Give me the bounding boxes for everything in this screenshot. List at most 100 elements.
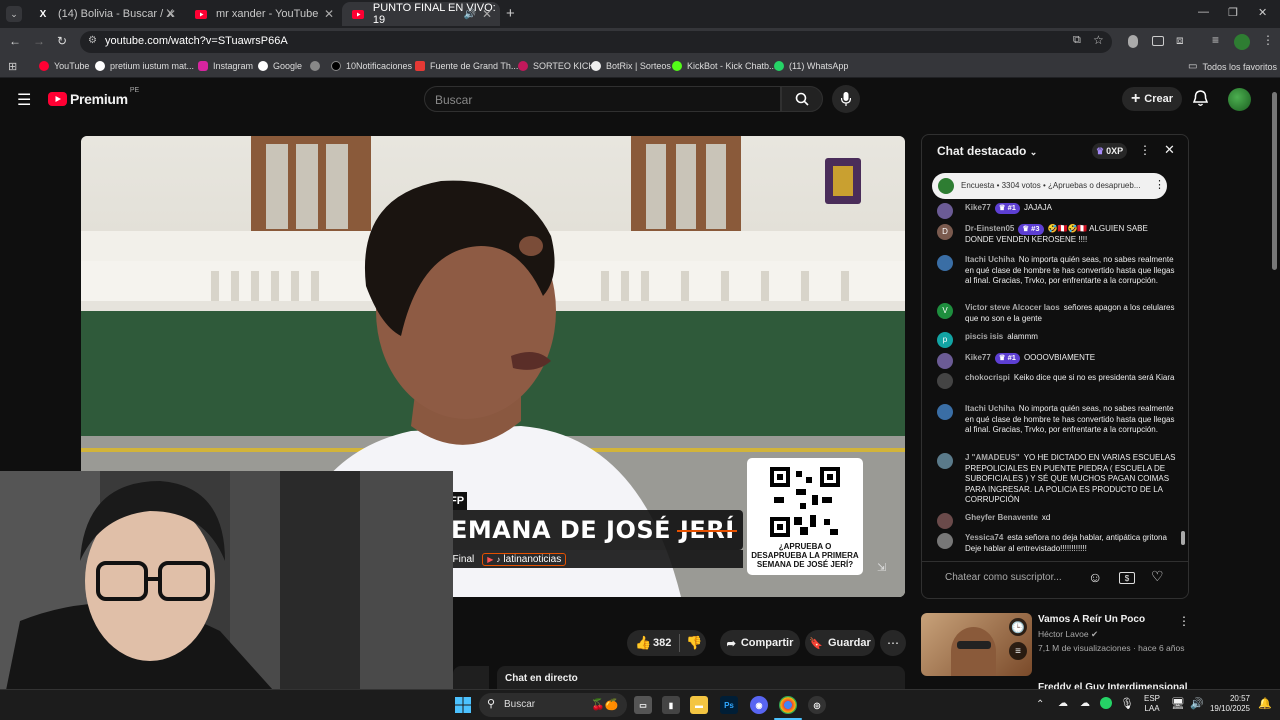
back-icon[interactable]: ← <box>9 34 21 48</box>
tab-punto-final[interactable]: PUNTO FINAL EN VIVO: 19 🔊 ✕ <box>342 2 500 26</box>
account-avatar[interactable] <box>1228 88 1251 111</box>
bookmark-grand-theft[interactable]: Fuente de Grand Th... <box>415 61 518 71</box>
voice-search-button[interactable] <box>832 85 860 113</box>
apps-icon[interactable]: ⊞ <box>8 60 17 73</box>
recommendation-thumbnail[interactable]: 🕒 ≡ <box>921 613 1032 676</box>
clock[interactable]: 20:57 19/10/2025 <box>1208 694 1250 714</box>
omnibox[interactable]: ⚙ youtube.com/watch?v=STuawrsP66A ⧉ ☆ <box>80 31 1112 53</box>
minimize-icon[interactable]: — <box>1198 6 1209 18</box>
chat-input[interactable]: Chatear como suscriptor... <box>937 566 1087 590</box>
message-author[interactable]: Kike77 <box>965 203 991 212</box>
chat-close-icon[interactable]: ✕ <box>1164 142 1175 158</box>
bookmark-pretium[interactable]: pretium iustum mat... <box>95 61 194 71</box>
chat-mode-selector[interactable]: Chat destacado ⌄ <box>937 144 1037 158</box>
chrome-icon[interactable] <box>779 696 797 714</box>
photoshop-icon[interactable]: Ps <box>720 696 738 714</box>
whatsapp-icon[interactable] <box>1100 697 1112 709</box>
forward-icon[interactable]: → <box>33 34 45 48</box>
poll-banner[interactable]: Encuesta • 3304 votos • ¿Apruebas o desa… <box>932 173 1167 199</box>
bookmark-botrix[interactable]: BotRix | Sorteos <box>591 61 671 71</box>
recommendation-title[interactable]: Vamos A Reír Un Poco <box>1038 614 1173 625</box>
poll-menu-icon[interactable]: ⋮ <box>1154 178 1165 191</box>
bookmark-star-icon[interactable]: ☆ <box>1093 33 1104 47</box>
bookmark-google[interactable]: Google <box>258 61 302 71</box>
like-button[interactable]: 👍 <box>635 635 651 651</box>
reload-icon[interactable]: ↻ <box>57 34 67 48</box>
task-view-icon[interactable]: ▭ <box>634 696 652 714</box>
app-icon[interactable]: ▮ <box>662 696 680 714</box>
youtube-logo[interactable]: Premium PE <box>48 87 139 107</box>
window-close-icon[interactable]: ✕ <box>1258 6 1267 19</box>
cloud-icon[interactable]: ☁ <box>1080 698 1090 709</box>
tray-chevron-icon[interactable]: ⌃ <box>1036 699 1044 710</box>
extension-icon[interactable] <box>1128 35 1138 48</box>
close-icon[interactable]: ✕ <box>482 7 492 21</box>
create-button[interactable]: + Crear <box>1122 87 1182 111</box>
tab-search-icon[interactable]: ⌄ <box>6 6 22 22</box>
message-author[interactable]: piscis isis <box>965 332 1003 341</box>
chat-menu-icon[interactable]: ⋮ <box>1139 143 1151 157</box>
profile-avatar[interactable] <box>1234 34 1250 50</box>
microphone-icon[interactable]: 🎙 <box>1120 697 1134 710</box>
speaker-icon[interactable]: 🔊 <box>464 9 476 20</box>
bookmark-instagram[interactable]: Instagram <box>198 61 253 71</box>
input-language[interactable]: ESP LAA <box>1144 694 1160 714</box>
site-info-icon[interactable]: ⚙ <box>88 35 97 46</box>
extension-icon[interactable] <box>1152 36 1164 46</box>
close-icon[interactable]: ✕ <box>324 7 334 21</box>
puzzle-icon[interactable]: ⧈ <box>1176 33 1184 48</box>
media-icon[interactable]: ≡ <box>1212 33 1219 47</box>
dislike-button[interactable]: 👎 <box>686 635 702 651</box>
bookmark-whatsapp[interactable]: (11) WhatsApp <box>774 61 848 71</box>
recommendation-channel[interactable]: Héctor Lavoe <box>1038 629 1089 639</box>
chat-scrollbar[interactable] <box>1181 173 1185 558</box>
message-author[interactable]: Victor steve Alcocer laos <box>965 303 1060 312</box>
message-author[interactable]: Kike77 <box>965 353 991 362</box>
network-icon[interactable]: 🖥 <box>1171 697 1185 710</box>
all-bookmarks[interactable]: ▭ Todos los favoritos <box>1188 61 1277 72</box>
new-tab-button[interactable]: + <box>506 5 515 22</box>
heart-icon[interactable]: ♡ <box>1151 568 1164 585</box>
add-to-queue-icon[interactable]: ≡ <box>1009 642 1027 660</box>
share-button[interactable]: ➦ Compartir <box>720 630 800 656</box>
message-author[interactable]: Gheyfer Benavente <box>965 513 1038 522</box>
xp-badge[interactable]: ♛ 0XP <box>1092 143 1128 159</box>
search-button[interactable] <box>781 86 823 112</box>
more-actions-button[interactable]: ⋯ <box>880 630 906 656</box>
live-chat-replay-panel[interactable]: Chat en directo <box>497 666 905 690</box>
restore-icon[interactable]: ❐ <box>1228 6 1238 19</box>
resize-icon[interactable]: ⇲ <box>877 561 886 574</box>
search-input[interactable]: Buscar <box>424 86 781 112</box>
notifications-icon[interactable] <box>1192 90 1209 112</box>
windows-start-icon[interactable] <box>455 697 471 713</box>
cast-icon[interactable]: ⧉ <box>1073 34 1081 47</box>
bookmark-globe[interactable] <box>310 61 325 71</box>
scrollbar-thumb[interactable] <box>1181 531 1185 545</box>
message-author[interactable]: Yessica74 <box>965 533 1003 542</box>
tab-bolivia[interactable]: X (14) Bolivia - Buscar / X ✕ <box>26 2 184 26</box>
message-author[interactable]: Dr-Einsten05 <box>965 224 1014 233</box>
save-button[interactable]: 🔖 Guardar <box>805 630 875 656</box>
tab-mr-xander[interactable]: mr xander - YouTube ✕ <box>184 2 342 26</box>
bookmark-notificaciones[interactable]: 10Notificaciones <box>331 61 412 71</box>
recommendation-menu-icon[interactable]: ⋮ <box>1178 614 1190 628</box>
emoji-icon[interactable]: ☺ <box>1088 569 1102 585</box>
message-author[interactable]: Itachi Uchiha <box>965 255 1015 264</box>
super-chat-icon[interactable]: $ <box>1119 572 1135 584</box>
message-author[interactable]: chokocrispi <box>965 373 1010 382</box>
file-explorer-icon[interactable]: ▬ <box>690 696 708 714</box>
close-icon[interactable]: ✕ <box>166 7 176 21</box>
watch-later-icon[interactable]: 🕒 <box>1009 618 1027 636</box>
message-author[interactable]: Itachi Uchiha <box>965 404 1015 413</box>
page-scrollbar-thumb[interactable] <box>1272 92 1277 270</box>
discord-icon[interactable]: ◉ <box>750 696 768 714</box>
taskbar-search[interactable]: ⚲ Buscar 🍒🍊 <box>479 693 627 717</box>
message-author[interactable]: J "AMADEUS" <box>965 453 1020 462</box>
tray-icon[interactable]: ☁ <box>1058 698 1068 709</box>
app-icon[interactable]: ◎ <box>808 696 826 714</box>
volume-icon[interactable]: 🔊 <box>1190 697 1204 710</box>
menu-icon[interactable]: ⋮ <box>1262 33 1274 47</box>
bookmark-sorteo-kick[interactable]: SORTEO KICK <box>518 61 594 71</box>
bookmark-youtube[interactable]: YouTube <box>39 61 89 71</box>
notification-center-icon[interactable]: 🔔 <box>1258 697 1272 710</box>
